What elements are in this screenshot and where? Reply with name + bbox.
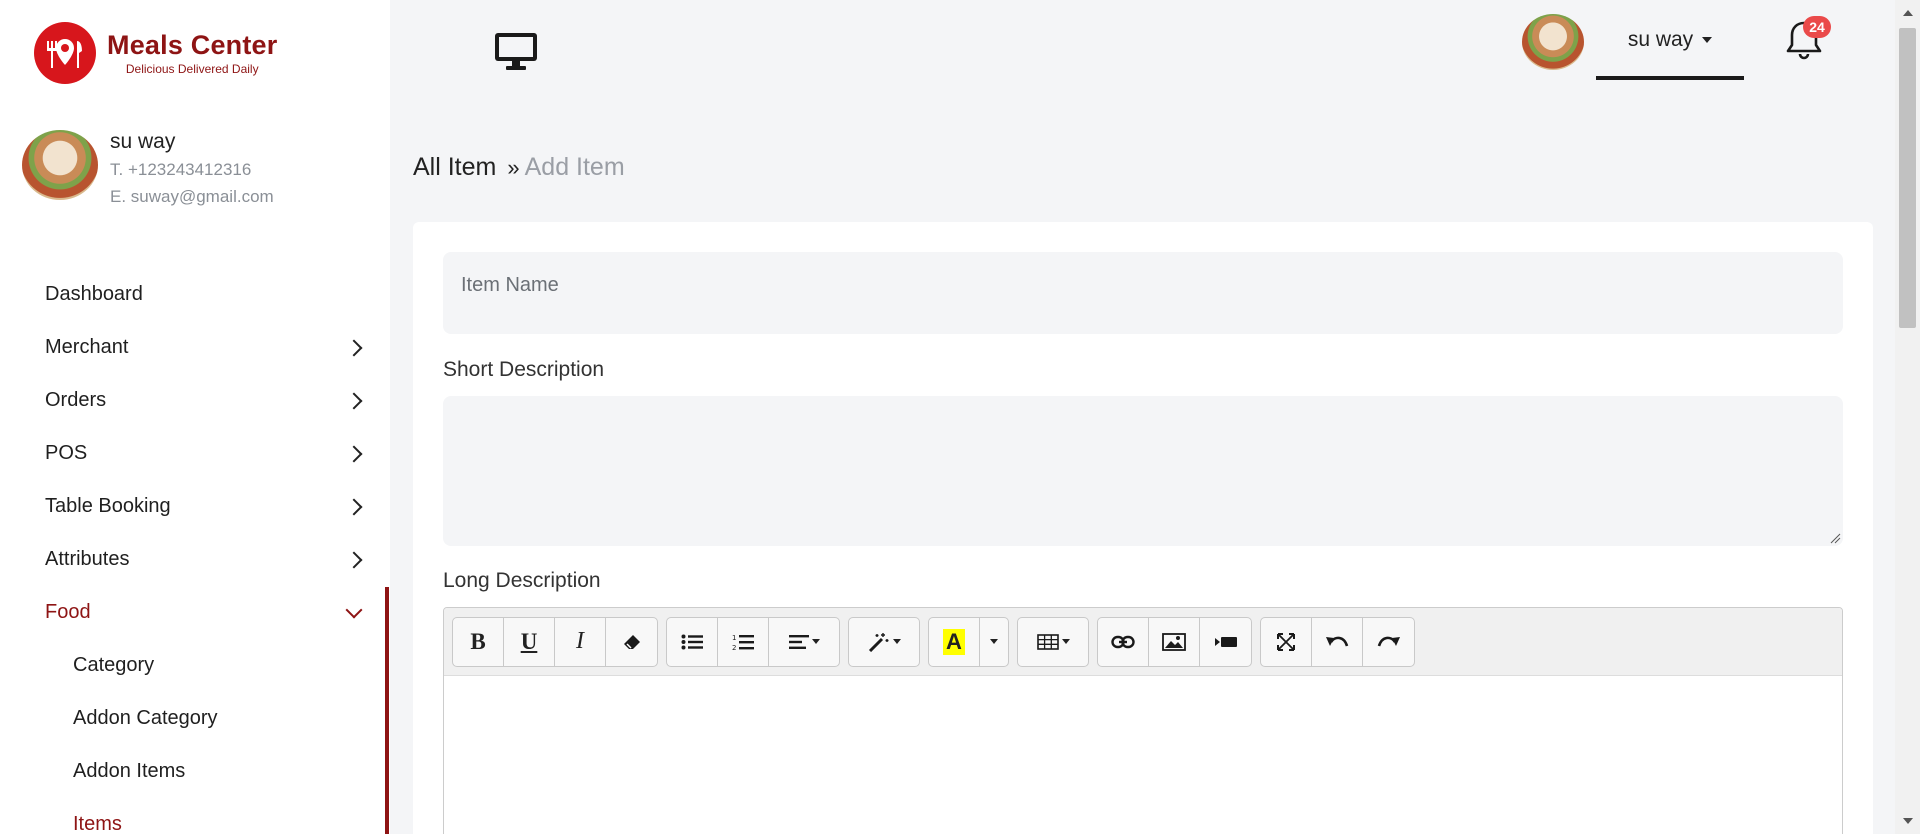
profile-name: su way bbox=[110, 130, 176, 153]
breadcrumb: All Item » Add Item bbox=[413, 153, 625, 182]
sidebar-subitem-items[interactable]: Items bbox=[0, 798, 390, 834]
avatar bbox=[22, 130, 98, 200]
table-group bbox=[1017, 616, 1089, 667]
chevron-right-icon bbox=[345, 339, 363, 356]
sidebar-item-label: Attributes bbox=[45, 548, 130, 570]
fullscreen-icon[interactable] bbox=[1261, 617, 1312, 666]
sidebar-item-pos[interactable]: POS bbox=[0, 427, 390, 480]
italic-icon[interactable]: I bbox=[555, 617, 606, 666]
sidebar-subitem-label: Addon Category bbox=[73, 707, 218, 729]
breadcrumb-root[interactable]: All Item bbox=[413, 153, 496, 182]
scroll-up-icon[interactable] bbox=[1903, 10, 1913, 16]
breadcrumb-current: Add Item bbox=[524, 153, 625, 181]
underline-icon[interactable]: U bbox=[504, 617, 555, 666]
color-dropdown-icon[interactable] bbox=[980, 618, 1008, 666]
sidebar-item-table-booking[interactable]: Table Booking bbox=[0, 480, 390, 533]
sidebar-item-label: Table Booking bbox=[45, 495, 171, 517]
brand-logo[interactable]: Meals Center Delicious Delivered Daily bbox=[34, 22, 277, 84]
chevron-down-icon bbox=[345, 601, 363, 618]
editor-content-area[interactable] bbox=[444, 676, 1842, 834]
sidebar: Meals Center Delicious Delivered Daily s… bbox=[0, 0, 390, 834]
align-dropdown-icon[interactable] bbox=[769, 618, 839, 666]
sidebar-subitem-category[interactable]: Category bbox=[0, 639, 390, 692]
brand-tagline: Delicious Delivered Daily bbox=[125, 62, 259, 76]
ordered-list-icon[interactable]: 12 bbox=[718, 617, 769, 666]
scroll-down-icon[interactable] bbox=[1903, 818, 1913, 824]
profile-email: E. suway@gmail.com bbox=[110, 187, 274, 206]
resize-handle-icon[interactable] bbox=[1829, 532, 1841, 544]
sidebar-subitem-addon-category[interactable]: Addon Category bbox=[0, 692, 390, 745]
bold-icon[interactable]: B bbox=[453, 617, 504, 666]
notification-count-badge: 24 bbox=[1803, 16, 1831, 38]
insert-group bbox=[1097, 616, 1252, 667]
sidebar-subitem-label: Addon Items bbox=[73, 760, 186, 782]
eraser-icon[interactable] bbox=[606, 618, 657, 666]
sidebar-item-label: Orders bbox=[45, 389, 107, 411]
unordered-list-icon[interactable] bbox=[667, 617, 718, 666]
table-icon[interactable] bbox=[1018, 618, 1088, 666]
sidebar-item-label: POS bbox=[45, 442, 88, 464]
short-description-label: Short Description bbox=[443, 358, 605, 381]
sidebar-nav: Dashboard Merchant Orders POS Table Book… bbox=[0, 268, 390, 834]
sidebar-item-label: Merchant bbox=[45, 336, 129, 358]
sidebar-item-label: Food bbox=[45, 601, 91, 623]
color-group: A bbox=[928, 616, 1009, 667]
link-icon[interactable] bbox=[1098, 617, 1149, 666]
sidebar-item-orders[interactable]: Orders bbox=[0, 374, 390, 427]
sidebar-item-dashboard[interactable]: Dashboard bbox=[0, 268, 390, 321]
list-group: 12 bbox=[666, 616, 840, 667]
sidebar-item-label: Dashboard bbox=[45, 283, 143, 305]
redo-icon[interactable] bbox=[1363, 618, 1414, 666]
chevron-right-icon bbox=[345, 392, 363, 409]
sidebar-subitem-label: Items bbox=[73, 813, 122, 834]
add-item-form-card: Item Name Short Description Long Descrip… bbox=[413, 222, 1873, 834]
picture-icon[interactable] bbox=[1149, 617, 1200, 666]
svg-text:1: 1 bbox=[732, 634, 736, 642]
magic-style-icon[interactable] bbox=[849, 618, 919, 666]
avatar bbox=[1522, 14, 1584, 70]
brand-title: Meals Center bbox=[107, 30, 278, 60]
sidebar-item-food[interactable]: Food bbox=[0, 586, 390, 639]
header-user-name: su way bbox=[1627, 28, 1694, 51]
video-icon[interactable] bbox=[1200, 618, 1251, 666]
view-group bbox=[1260, 616, 1415, 667]
user-menu-dropdown[interactable]: su way bbox=[1596, 14, 1744, 80]
sidebar-profile: su way T. +123243412316 E. suway@gmail.c… bbox=[22, 130, 274, 207]
sidebar-item-merchant[interactable]: Merchant bbox=[0, 321, 390, 374]
sidebar-subitem-addon-items[interactable]: Addon Items bbox=[0, 745, 390, 798]
long-description-editor: B U I 12 A bbox=[443, 607, 1843, 834]
item-name-input[interactable]: Item Name bbox=[443, 252, 1843, 334]
breadcrumb-separator: » bbox=[507, 154, 519, 180]
profile-phone: T. +123243412316 bbox=[110, 160, 252, 179]
undo-icon[interactable] bbox=[1312, 617, 1363, 666]
active-section-indicator bbox=[385, 587, 389, 834]
editor-toolbar: B U I 12 A bbox=[444, 608, 1842, 676]
style-group bbox=[848, 616, 920, 667]
logo-icon bbox=[34, 22, 96, 84]
font-style-group: B U I bbox=[452, 616, 658, 667]
chevron-right-icon bbox=[345, 445, 363, 462]
chevron-right-icon bbox=[345, 498, 363, 515]
page-scrollbar[interactable] bbox=[1895, 0, 1920, 834]
desktop-icon[interactable] bbox=[494, 32, 538, 77]
sidebar-subitem-label: Category bbox=[73, 654, 155, 676]
short-description-textarea[interactable] bbox=[443, 396, 1843, 546]
highlight-color-icon[interactable]: A bbox=[929, 617, 980, 666]
caret-down-icon bbox=[1702, 37, 1713, 43]
header-user-avatar[interactable] bbox=[1522, 14, 1584, 70]
long-description-label: Long Description bbox=[443, 569, 601, 592]
scroll-thumb[interactable] bbox=[1899, 28, 1916, 328]
chevron-right-icon bbox=[345, 551, 363, 568]
sidebar-item-attributes[interactable]: Attributes bbox=[0, 533, 390, 586]
svg-text:2: 2 bbox=[732, 644, 736, 651]
